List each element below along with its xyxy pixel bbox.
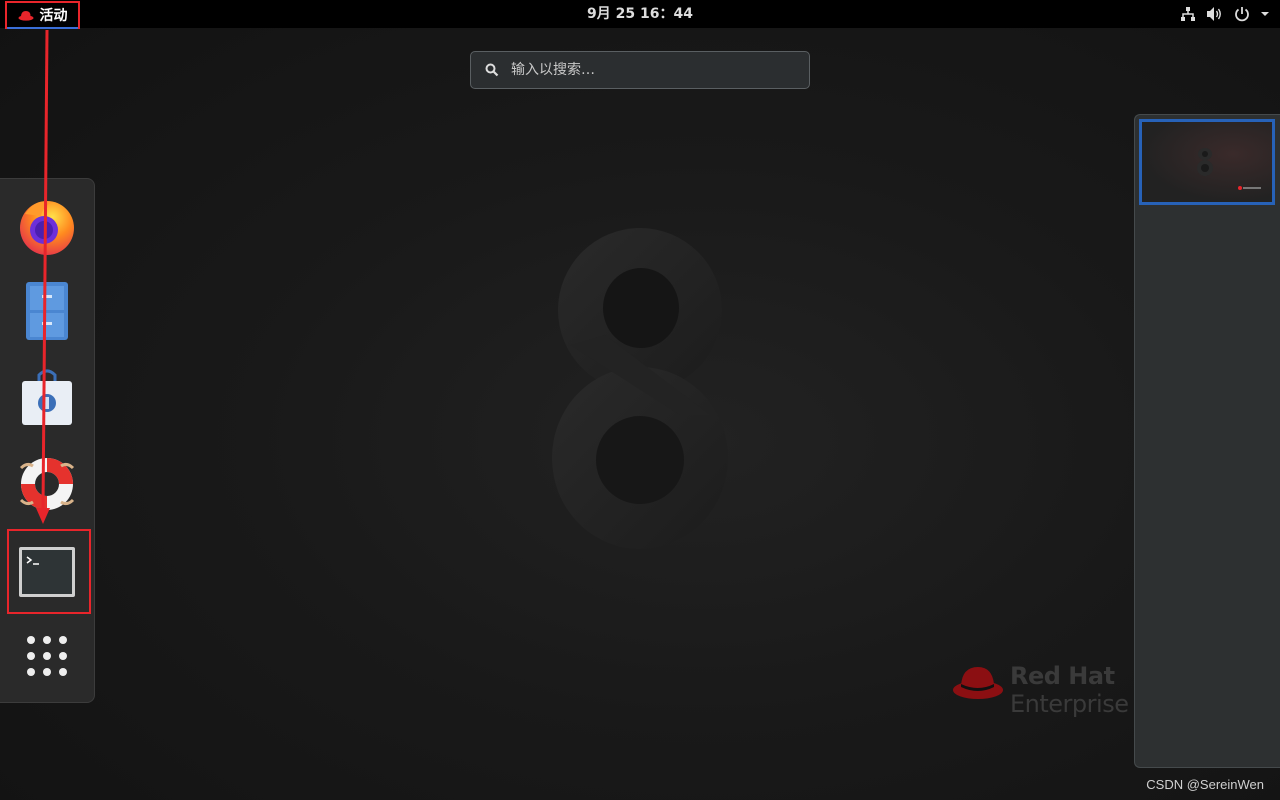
app-grid-icon xyxy=(27,636,67,676)
rhel8-wallpaper-graphic xyxy=(552,228,728,549)
dash-item-help[interactable] xyxy=(12,449,82,519)
chevron-down-icon[interactable] xyxy=(1260,6,1270,22)
network-icon[interactable] xyxy=(1180,6,1196,22)
top-bar: 活动 9月 25 16：44 xyxy=(0,0,1280,29)
dash-item-files[interactable] xyxy=(12,276,82,346)
activities-underline xyxy=(7,27,78,29)
redhat-enterprise-logo: Red Hat Enterprise xyxy=(952,662,1129,718)
watermark: CSDN @SereinWen xyxy=(1146,777,1264,792)
redhat-icon xyxy=(18,10,33,21)
workspace-selector xyxy=(1134,114,1280,768)
workspace-thumbnail[interactable] xyxy=(1139,119,1275,205)
show-applications-button[interactable] xyxy=(12,621,82,691)
power-icon[interactable] xyxy=(1234,6,1250,22)
terminal-annotation-box xyxy=(7,529,91,614)
search-bar[interactable] xyxy=(470,51,810,89)
logo-line2: Enterprise xyxy=(1010,690,1129,718)
system-tray[interactable] xyxy=(1180,0,1270,28)
search-input[interactable] xyxy=(509,61,783,79)
activities-label: 活动 xyxy=(39,8,68,24)
volume-icon[interactable] xyxy=(1206,6,1224,22)
clock[interactable]: 9月 25 16：44 xyxy=(587,6,693,22)
software-bag-icon xyxy=(22,369,72,425)
file-cabinet-icon xyxy=(26,282,68,340)
dash-item-software[interactable] xyxy=(12,362,82,432)
redhat-logo-icon xyxy=(953,667,1003,699)
logo-line1: Red Hat xyxy=(1010,662,1115,690)
activities-button[interactable]: 活动 xyxy=(5,1,80,29)
dash-item-firefox[interactable] xyxy=(12,191,82,261)
workspace-preview-graphic xyxy=(1197,148,1261,190)
dash-sidebar xyxy=(0,178,95,703)
firefox-icon xyxy=(20,201,74,255)
lifebuoy-icon xyxy=(19,458,75,510)
search-icon xyxy=(485,63,499,77)
